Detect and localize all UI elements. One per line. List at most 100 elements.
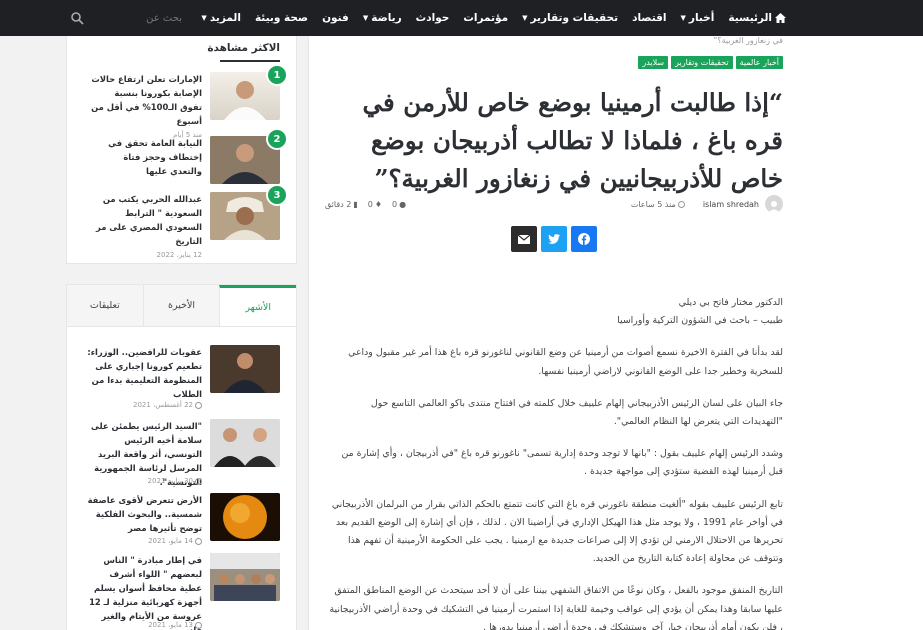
post-thumbnail[interactable] [210, 345, 280, 393]
search-icon[interactable] [70, 11, 84, 25]
post-date: 14 مايو، 2021 [148, 537, 202, 545]
nav-economy[interactable]: اقتصاد [625, 12, 673, 24]
home-icon [775, 13, 786, 23]
popular-post[interactable]: 3 عبدالله الحربي يكتب من السعودية " التر… [80, 184, 288, 259]
search-input[interactable] [38, 6, 188, 30]
chevron-down-icon: ▼ [680, 14, 686, 22]
article-paragraph: التاريخ المنفق موجود بالفعل ، وكان نوعًا… [329, 585, 783, 630]
clock-icon [677, 200, 685, 208]
tab-post[interactable]: عقوبات للرافضين.. الوزراء: تطعيم كورونا … [80, 345, 280, 415]
tab-post-title[interactable]: في إطار مبادرة " الناس لبعضهم " اللواء أ… [86, 553, 202, 630]
top-navbar: الرئيسية أخبار ▼ اقتصاد تحقيقات وتقارير ▼ … [0, 0, 923, 36]
tab-post-title[interactable]: عقوبات للرافضين.. الوزراء: تطعيم كورونا … [86, 345, 202, 401]
clock-icon [195, 621, 202, 629]
nav-incidents-label: حوادث [415, 12, 450, 24]
widget-title-underline [220, 60, 280, 62]
post-thumbnail[interactable] [210, 553, 280, 601]
post-date: 30 يناير، 2021 [148, 477, 202, 485]
tabs-widget: الأشهر الأخيرة تعليقات عقوبات للرافضين..… [66, 284, 297, 630]
tab-comments[interactable]: تعليقات [66, 285, 143, 326]
person-image [210, 345, 280, 393]
chevron-down-icon: ▼ [362, 14, 369, 22]
post-thumbnail[interactable] [210, 493, 280, 541]
article-date: منذ 5 ساعات [631, 200, 685, 209]
article-date-text: منذ 5 ساعات [630, 199, 676, 209]
user-icon [768, 201, 780, 213]
nav-home-label: الرئيسية [728, 12, 772, 24]
nav-more[interactable]: المزيد ▼ [194, 12, 248, 24]
facebook-share-button[interactable] [571, 226, 597, 252]
nav-health-label: صحة وبيئة [254, 12, 309, 24]
category-tag[interactable]: أخبار عالمية [735, 56, 783, 69]
nav-news[interactable]: أخبار ▼ [674, 12, 722, 24]
article-stats: ● 0 ♦ 0 ▮ 2 دقائق [325, 200, 406, 209]
author-avatar[interactable] [765, 195, 783, 213]
nav-conferences-label: مؤتمرات [463, 12, 509, 24]
tab-bar: الأشهر الأخيرة تعليقات [66, 285, 296, 327]
share-buttons [511, 226, 597, 252]
tab-post[interactable]: في إطار مبادرة " الناس لبعضهم " اللواء أ… [80, 553, 280, 630]
likes-count: ♦ 0 [368, 200, 382, 209]
post-date-text: 13 مايو، 2021 [148, 621, 193, 629]
comments-count[interactable]: ● 0 [392, 200, 406, 209]
article-meta: islam shredah منذ 5 ساعات ● 0 ♦ 0 ▮ 2 دقائق [325, 194, 783, 214]
chevron-down-icon: ▼ [522, 14, 528, 22]
book-icon: ▮ [353, 199, 358, 209]
popular-post-title-text: النيابة العامة تحقق في إختطاف وحجز فتاة … [108, 138, 202, 176]
email-share-button[interactable] [511, 226, 537, 252]
article-paragraph: الدكتور مختار فاتح بي ديلي طبيب – باحث ف… [617, 297, 783, 327]
chevron-down-icon: ▼ [201, 14, 207, 22]
twitter-share-button[interactable] [541, 226, 567, 252]
author-name[interactable]: islam shredah [703, 200, 759, 209]
nav-arts[interactable]: فنون [315, 12, 356, 24]
main-menu: الرئيسية أخبار ▼ اقتصاد تحقيقات وتقارير ▼ … [194, 0, 793, 36]
nav-sports[interactable]: رياضة ▼ [356, 12, 409, 24]
post-date: 22 أغسطس، 2021 [133, 401, 202, 409]
popular-post-title[interactable]: عبدالله الحربي يكتب من السعودية " التراب… [90, 192, 202, 262]
group-image [210, 553, 280, 601]
post-date-text: 22 أغسطس، 2021 [133, 401, 193, 409]
category-tags: أخبار عالمية تحقيقات وتقارير سلايدر [638, 56, 783, 69]
clock-icon [195, 537, 202, 545]
post-thumbnail[interactable] [210, 419, 280, 467]
post-date-text: 14 مايو، 2021 [148, 537, 193, 545]
popular-post[interactable]: 2 النيابة العامة تحقق في إختطاف وحجز فتا… [80, 128, 288, 188]
rank-badge: 1 [266, 64, 288, 86]
tab-popular[interactable]: الأشهر [219, 285, 296, 326]
sun-image [210, 493, 280, 541]
tab-post[interactable]: "السيد الرئيس يطمئن على سلامة أخيه الرئي… [80, 419, 280, 489]
article-paragraph: وشدد الرئيس إلهام علييف بقول : "بانها لا… [341, 448, 783, 478]
breadcrumb: في زنغازور الغربية؟” [713, 36, 783, 45]
article-panel: في زنغازور الغربية؟” أخبار عالمية تحقيقا… [308, 36, 923, 630]
category-tag[interactable]: سلايدر [638, 56, 669, 69]
article-title: “إذا طالبت أرمينيا بوضع خاص للأرمن في قر… [362, 88, 783, 193]
likes-count-value: 0 [367, 199, 373, 209]
read-time: ▮ 2 دقائق [325, 200, 358, 209]
nav-investigations-label: تحقيقات وتقارير [530, 12, 619, 24]
rank-badge: 3 [266, 184, 288, 206]
article-paragraph: تابع الرئيس علييف بقوله "ألغيت منطقة ناغ… [331, 498, 783, 565]
comments-count-value: 0 [392, 199, 398, 209]
tab-post-title[interactable]: الأرض تتعرض لأقوى عاصفة شمسية.. والبحوث … [86, 493, 202, 535]
popular-post-title-text: الإمارات تعلن ارتفاع حالات الإصابة بكورو… [91, 74, 202, 126]
widget-title: الاكثر مشاهدة [207, 42, 280, 54]
fire-icon: ♦ [374, 199, 383, 209]
popular-post[interactable]: 1 الإمارات تعلن ارتفاع حالات الإصابة بكو… [80, 64, 288, 139]
popular-post-title[interactable]: النيابة العامة تحقق في إختطاف وحجز فتاة … [90, 136, 202, 178]
person-image [210, 419, 280, 467]
twitter-icon [548, 234, 560, 244]
most-viewed-widget: الاكثر مشاهدة 1 الإمارات تعلن ارتفاع حال… [66, 36, 297, 264]
article-paragraph: لقد بدأنا في الفترة الاخيرة نسمع أصوات م… [348, 347, 783, 377]
nav-investigations[interactable]: تحقيقات وتقارير ▼ [515, 12, 625, 24]
nav-arts-label: فنون [322, 12, 349, 24]
nav-incidents[interactable]: حوادث [409, 12, 457, 24]
nav-health[interactable]: صحة وبيئة [248, 12, 315, 24]
nav-more-label: المزيد [209, 12, 241, 24]
nav-conferences[interactable]: مؤتمرات [456, 12, 515, 24]
nav-economy-label: اقتصاد [632, 12, 667, 24]
category-tag[interactable]: تحقيقات وتقارير [671, 56, 733, 69]
rank-badge: 2 [266, 128, 288, 150]
tab-recent[interactable]: الأخيرة [142, 285, 220, 326]
popular-post-title[interactable]: الإمارات تعلن ارتفاع حالات الإصابة بكورو… [90, 72, 202, 142]
nav-home[interactable]: الرئيسية [721, 12, 793, 24]
